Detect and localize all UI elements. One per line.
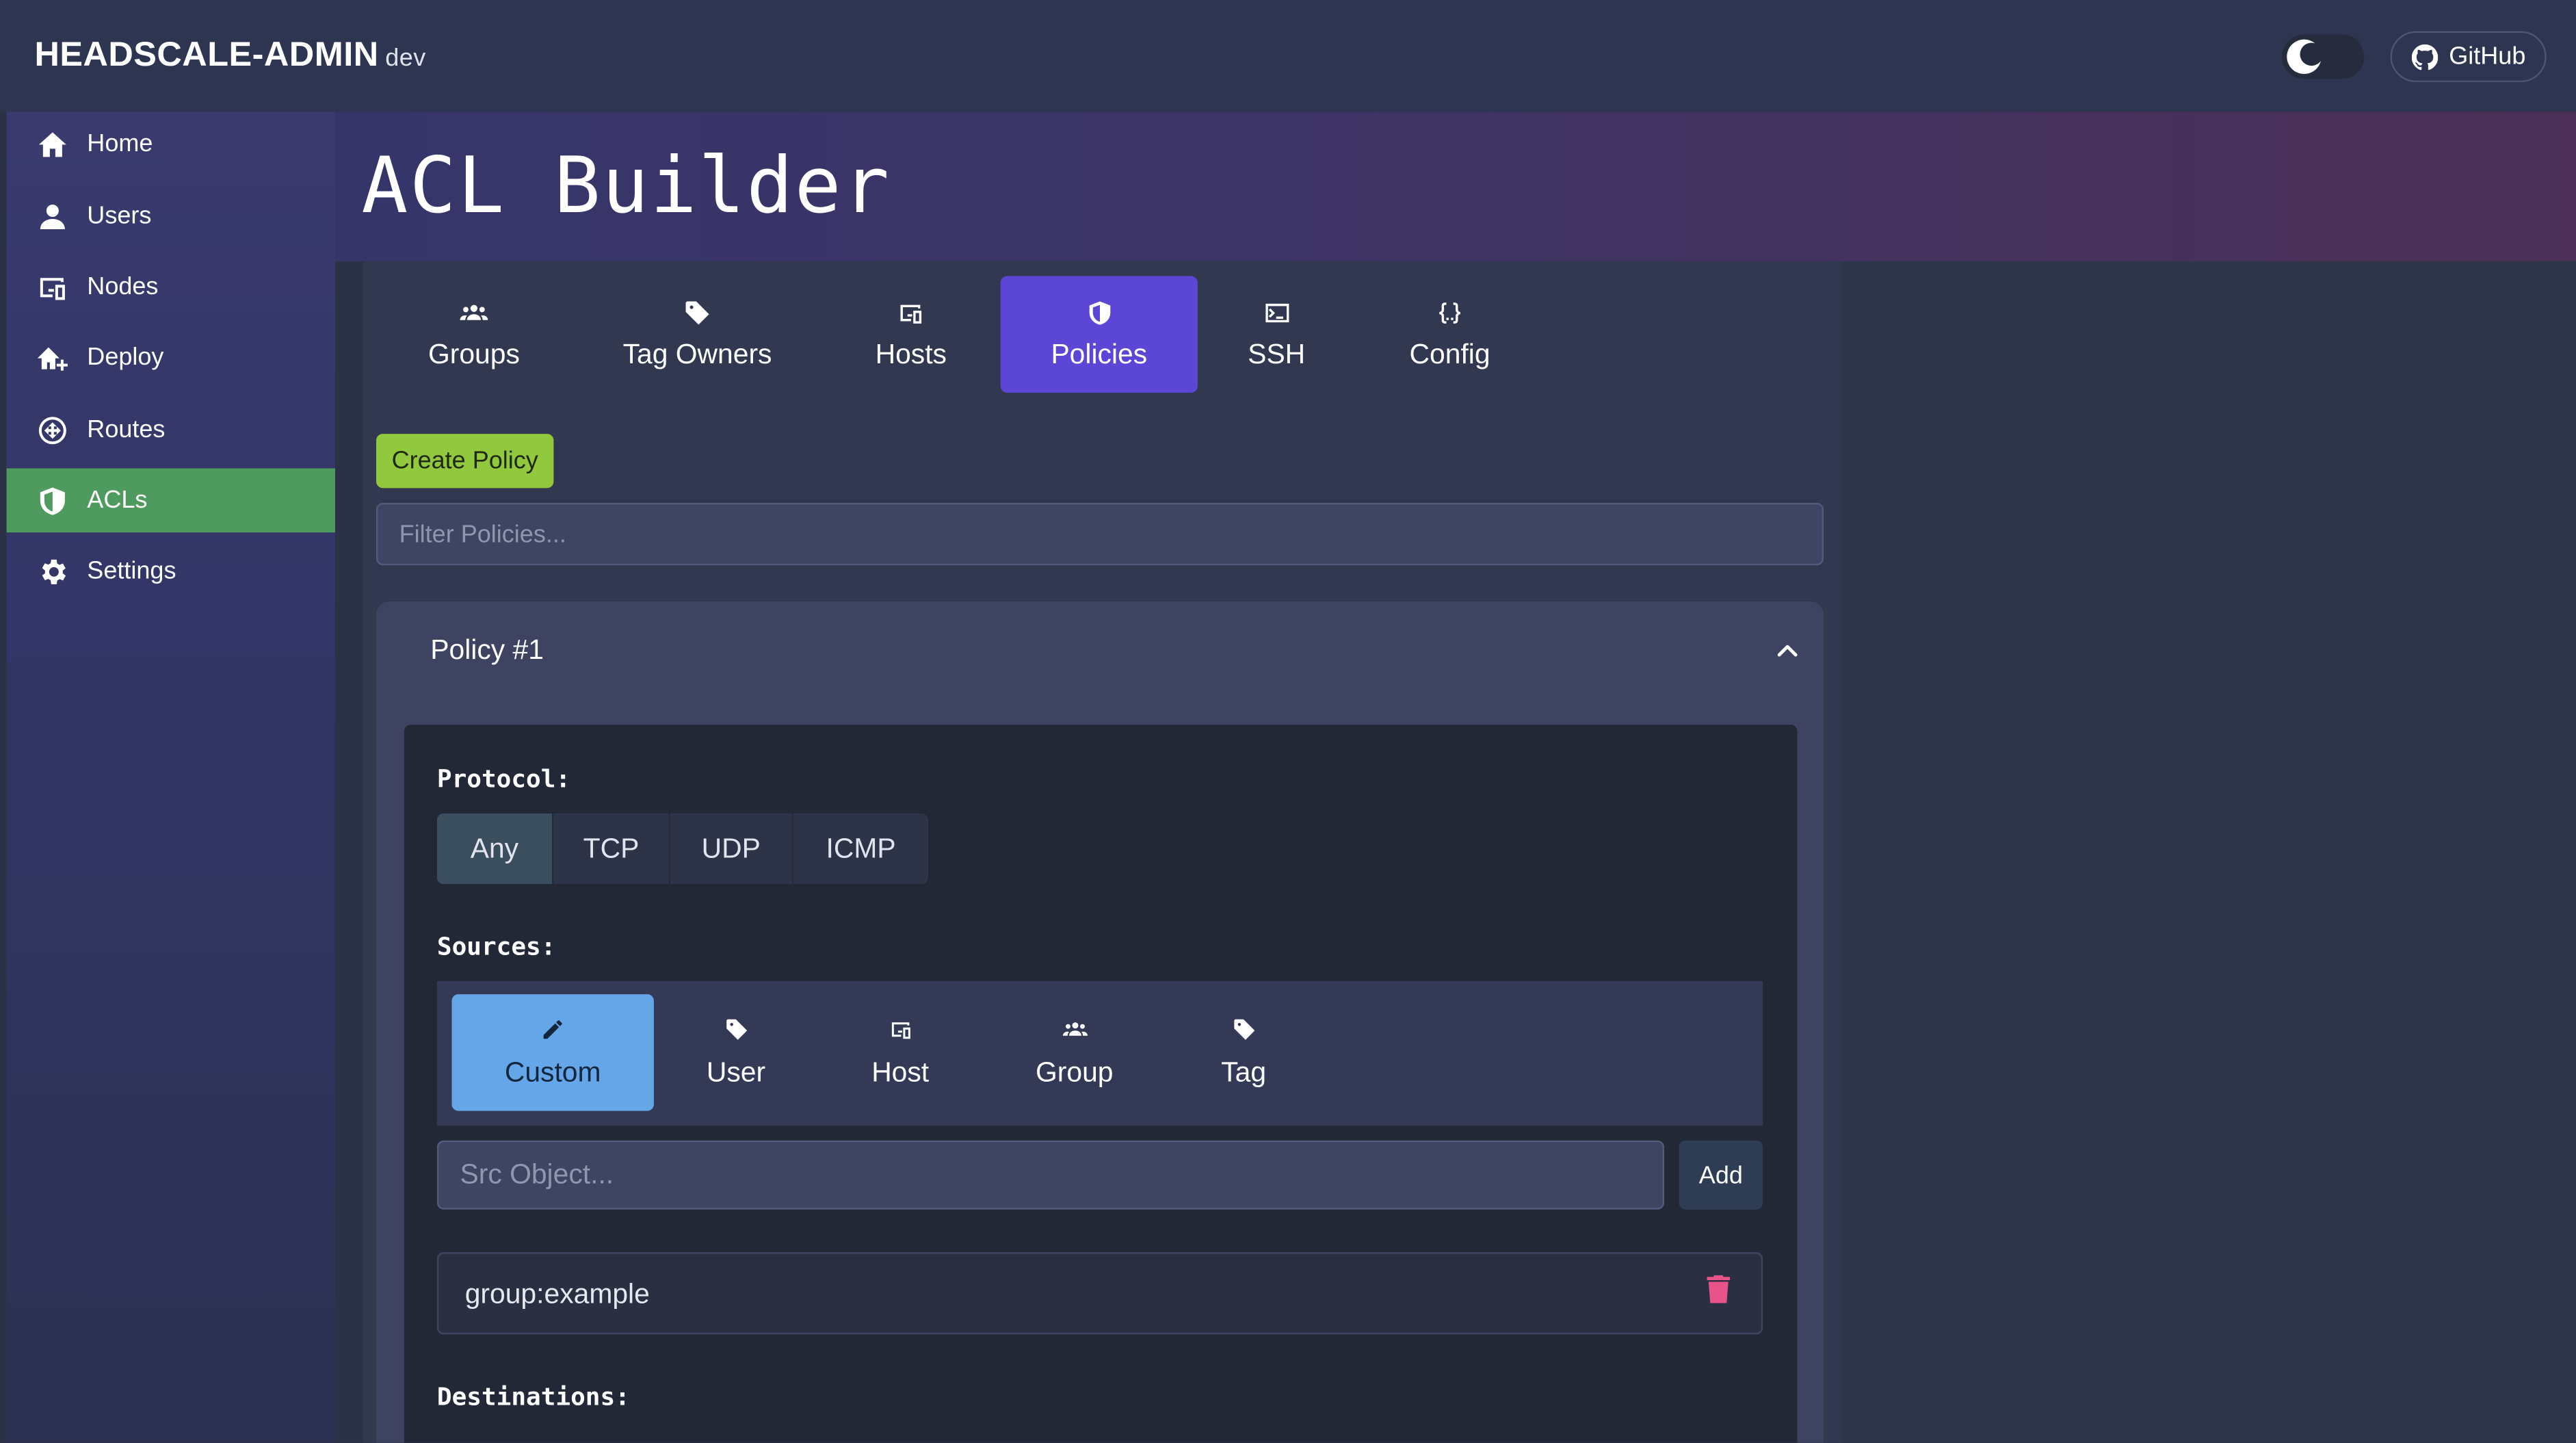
users-group-icon (459, 298, 488, 327)
sources-label: Sources: (436, 931, 556, 962)
sidebar-item-label: Home (87, 129, 153, 158)
env-badge: dev (385, 44, 426, 73)
tag-icon (723, 1015, 749, 1041)
users-group-icon (1062, 1015, 1088, 1041)
pencil-icon (540, 1015, 566, 1041)
tab-label: SSH (1248, 338, 1306, 370)
sidebar-item-label: Routes (87, 415, 166, 444)
sidebar-item-label: ACLs (87, 486, 148, 515)
source-tab-group[interactable]: Group (999, 994, 1150, 1111)
sidebar-item-settings[interactable]: Settings (7, 539, 335, 603)
tab-label: Groups (428, 338, 520, 370)
github-icon (2411, 43, 2438, 70)
user-icon (36, 200, 69, 233)
source-tab-label: User (706, 1056, 766, 1088)
sidebar: Home Users Nodes Deploy Routes ACLs Sett… (6, 112, 335, 1443)
shield-icon (36, 484, 69, 517)
theme-toggle[interactable] (2282, 34, 2365, 79)
sidebar-item-label: Users (87, 202, 152, 231)
source-tab-host[interactable]: Host (831, 994, 969, 1111)
add-source-button[interactable]: Add (1679, 1140, 1763, 1210)
devices-icon (896, 298, 925, 327)
source-tab-label: Group (1036, 1056, 1114, 1088)
tab-label: Hosts (875, 338, 947, 370)
protocol-option-udp[interactable]: UDP (670, 813, 794, 885)
tab-hosts[interactable]: Hosts (826, 276, 995, 393)
protocol-option-any[interactable]: Any (436, 813, 554, 885)
tab-label: Policies (1051, 338, 1148, 370)
tab-ssh[interactable]: SSH (1211, 276, 1342, 393)
tab-tag-owners[interactable]: Tag Owners (600, 276, 796, 393)
top-bar: HEADSCALE-ADMIN dev GitHub (0, 0, 2576, 112)
source-list-item: group:example (436, 1252, 1763, 1335)
tab-policies[interactable]: Policies (1000, 276, 1198, 393)
deploy-icon (36, 341, 69, 374)
policy-title[interactable]: Policy #1 (430, 634, 544, 667)
protocol-option-tcp[interactable]: TCP (553, 813, 670, 885)
sidebar-item-label: Deploy (87, 343, 164, 372)
shield-icon (1084, 298, 1114, 327)
trash-icon[interactable] (1707, 1275, 1733, 1305)
source-tab-label: Tag (1221, 1056, 1267, 1088)
chevron-up-icon[interactable] (1771, 634, 1804, 667)
app-brand[interactable]: HEADSCALE-ADMIN dev (34, 36, 425, 76)
protocol-label: Protocol: (436, 764, 571, 794)
devices-icon (887, 1015, 913, 1041)
gear-icon (36, 555, 69, 588)
moon-icon (2287, 39, 2324, 75)
tab-label: Config (1409, 338, 1490, 370)
sidebar-item-users[interactable]: Users (7, 184, 335, 248)
protocol-option-icmp[interactable]: ICMP (793, 814, 928, 884)
source-type-tabs: Custom User Host Group Tag (436, 980, 1763, 1126)
filter-policies-input[interactable] (376, 502, 1824, 566)
tab-config[interactable]: Config (1372, 276, 1528, 393)
tag-icon (683, 298, 712, 327)
protocol-selector: Any TCP UDP ICMP (436, 813, 929, 885)
destinations-label: Destinations: (436, 1381, 630, 1412)
create-policy-button[interactable]: Create Policy (376, 434, 554, 489)
brand-name: HEADSCALE-ADMIN (34, 36, 379, 75)
routes-icon (36, 413, 69, 446)
home-icon (36, 127, 69, 160)
source-value: group:example (464, 1278, 650, 1310)
braces-icon (1435, 298, 1464, 327)
sidebar-item-label: Settings (87, 557, 176, 586)
sidebar-item-home[interactable]: Home (7, 112, 335, 176)
sidebar-item-deploy[interactable]: Deploy (7, 326, 335, 390)
terminal-icon (1262, 298, 1291, 327)
sidebar-item-routes[interactable]: Routes (7, 398, 335, 462)
tag-icon (1231, 1015, 1257, 1041)
source-tab-label: Custom (504, 1056, 601, 1088)
devices-icon (36, 270, 69, 303)
tab-label: Tag Owners (622, 338, 772, 370)
src-object-input[interactable] (436, 1140, 1665, 1210)
sidebar-item-nodes[interactable]: Nodes (7, 255, 335, 319)
tab-groups[interactable]: Groups (378, 276, 570, 393)
source-tab-user[interactable]: User (667, 994, 805, 1111)
source-tab-label: Host (871, 1056, 930, 1088)
source-tab-custom[interactable]: Custom (451, 994, 654, 1111)
sidebar-item-acls[interactable]: ACLs (6, 468, 335, 533)
github-button[interactable]: GitHub (2390, 31, 2547, 83)
app-root: HEADSCALE-ADMIN dev GitHub Home Users Nod… (0, 0, 2576, 1443)
sidebar-item-label: Nodes (87, 272, 159, 301)
github-label: GitHub (2449, 42, 2526, 71)
source-tab-tag[interactable]: Tag (1179, 994, 1307, 1111)
page-title: ACL Builder (361, 141, 891, 232)
